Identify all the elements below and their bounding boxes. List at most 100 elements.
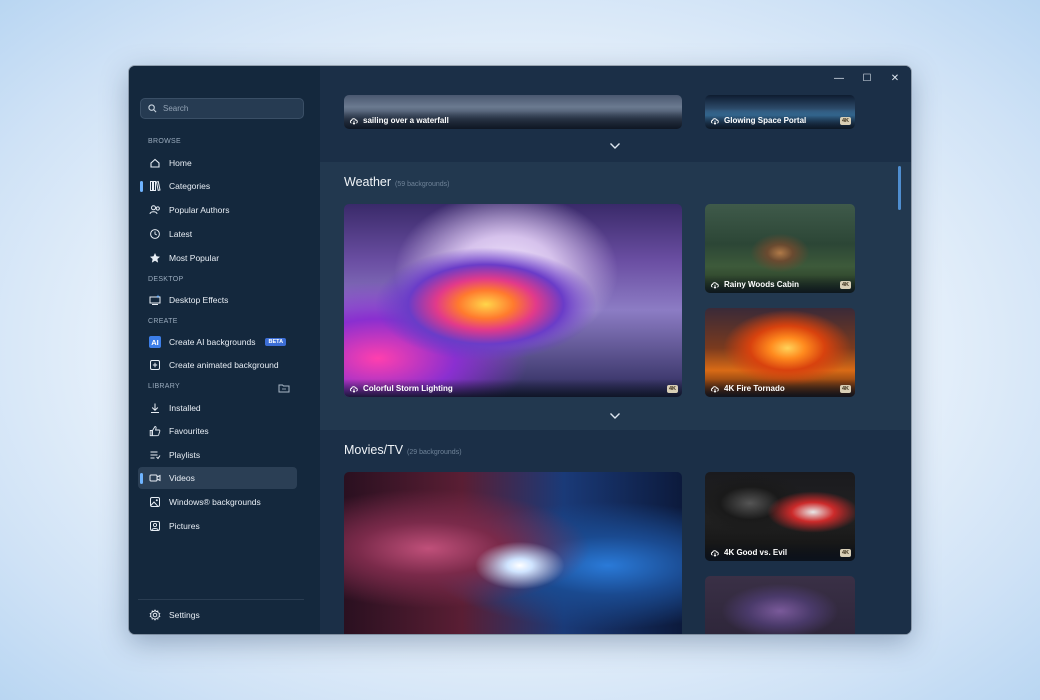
image-icon bbox=[149, 496, 161, 508]
wallpaper-card[interactable] bbox=[705, 576, 855, 634]
sidebar-item-installed[interactable]: Installed bbox=[138, 397, 297, 419]
sidebar-item-label: Desktop Effects bbox=[169, 295, 229, 305]
section-title: Weather (59 backgrounds) bbox=[344, 175, 450, 189]
4k-badge: 4K bbox=[839, 385, 851, 393]
card-label-bar: sailing over a waterfall bbox=[344, 111, 682, 129]
cloud-download-icon bbox=[710, 385, 719, 393]
section-previous: sailing over a waterfall Glowing Space P… bbox=[320, 66, 911, 162]
chevron-down-icon[interactable] bbox=[609, 142, 621, 150]
card-label-bar: 4K Good vs. Evil bbox=[705, 543, 855, 561]
cloud-download-icon bbox=[710, 117, 719, 125]
sidebar-item-categories[interactable]: Categories bbox=[138, 175, 297, 197]
scrollbar-thumb[interactable] bbox=[898, 166, 901, 210]
sidebar-item-pictures[interactable]: Pictures bbox=[138, 515, 297, 537]
wallpaper-card[interactable]: sailing over a waterfall bbox=[344, 95, 682, 129]
video-camera-icon bbox=[149, 472, 161, 484]
4k-badge: 4K bbox=[839, 549, 851, 557]
4k-badge: 4K bbox=[839, 281, 851, 289]
4k-badge: 4K bbox=[839, 117, 851, 125]
section-label-browse: BROWSE bbox=[148, 138, 181, 145]
wallpaper-card[interactable]: Colorful Storm Lighting 4K bbox=[344, 204, 682, 397]
chevron-down-icon[interactable] bbox=[609, 412, 621, 420]
people-icon bbox=[149, 204, 161, 216]
download-icon bbox=[149, 402, 161, 414]
sidebar-divider bbox=[138, 599, 304, 600]
sidebar-item-playlists[interactable]: Playlists bbox=[138, 444, 297, 466]
search-box[interactable] bbox=[140, 98, 304, 119]
section-weather: Weather (59 backgrounds) Colorful Storm L… bbox=[320, 162, 911, 430]
sidebar-item-label: Videos bbox=[169, 473, 195, 483]
wallpaper-card[interactable]: Glowing Space Portal 4K bbox=[705, 95, 855, 129]
library-icon bbox=[149, 180, 161, 192]
ai-icon: AI bbox=[149, 336, 161, 348]
section-label-desktop: DESKTOP bbox=[148, 276, 184, 283]
search-input[interactable] bbox=[163, 104, 293, 113]
wallpaper-card[interactable] bbox=[344, 472, 682, 634]
sidebar-item-create-ai[interactable]: AI Create AI backgrounds BETA bbox=[138, 331, 297, 353]
section-count: (29 backgrounds) bbox=[407, 449, 462, 456]
monitor-sparkle-icon bbox=[149, 294, 161, 306]
section-title: Movies/TV (29 backgrounds) bbox=[344, 443, 462, 457]
sidebar-item-label: Latest bbox=[169, 229, 193, 239]
card-label-bar: Rainy Woods Cabin bbox=[705, 275, 855, 293]
sidebar-item-label: Popular Authors bbox=[169, 205, 230, 215]
cloud-download-icon bbox=[710, 281, 719, 289]
section-movies: Movies/TV (29 backgrounds) 4K Good vs. Ev… bbox=[320, 430, 911, 634]
card-label-bar: 4K Fire Tornado bbox=[705, 379, 855, 397]
cloud-download-icon bbox=[349, 117, 358, 125]
search-icon bbox=[148, 104, 157, 113]
sidebar-item-create-animated[interactable]: Create animated background bbox=[138, 354, 297, 376]
folder-icon[interactable] bbox=[278, 383, 290, 393]
home-icon bbox=[149, 157, 161, 169]
section-label-create: CREATE bbox=[148, 318, 178, 325]
section-label-library: LIBRARY bbox=[148, 383, 180, 390]
sidebar: BROWSE Home Categories Popular Authors L… bbox=[129, 66, 320, 634]
section-title-text: Weather bbox=[344, 175, 392, 189]
4k-badge: 4K bbox=[666, 385, 678, 393]
sidebar-item-most-popular[interactable]: Most Popular bbox=[138, 247, 297, 269]
sidebar-item-label: Create animated background bbox=[169, 360, 279, 370]
section-title-text: Movies/TV bbox=[344, 443, 404, 457]
app-window: BROWSE Home Categories Popular Authors L… bbox=[129, 66, 911, 634]
sidebar-item-favourites[interactable]: Favourites bbox=[138, 420, 297, 442]
sidebar-item-videos[interactable]: Videos bbox=[138, 467, 297, 489]
card-label-bar: Colorful Storm Lighting bbox=[344, 379, 682, 397]
sidebar-item-windows-backgrounds[interactable]: Windows® backgrounds bbox=[138, 491, 297, 513]
sidebar-item-label: Home bbox=[169, 158, 192, 168]
sidebar-item-latest[interactable]: Latest bbox=[138, 223, 297, 245]
sidebar-item-label: Categories bbox=[169, 181, 211, 191]
playlist-icon bbox=[149, 449, 161, 461]
card-title: sailing over a waterfall bbox=[363, 115, 449, 125]
wallpaper-card[interactable]: 4K Good vs. Evil 4K bbox=[705, 472, 855, 561]
sidebar-item-label: Create AI backgrounds bbox=[169, 337, 256, 347]
gear-icon bbox=[149, 609, 161, 621]
star-icon bbox=[149, 252, 161, 264]
beta-badge: BETA bbox=[265, 338, 287, 346]
sidebar-item-label: Installed bbox=[169, 403, 201, 413]
main-content[interactable]: — ☐ ✕ sailing over a waterfall Glowing S… bbox=[320, 66, 911, 634]
window-controls: — ☐ ✕ bbox=[829, 70, 905, 86]
card-title: Glowing Space Portal bbox=[724, 115, 807, 125]
wallpaper-card[interactable]: Rainy Woods Cabin 4K bbox=[705, 204, 855, 293]
history-icon bbox=[149, 228, 161, 240]
sidebar-item-label: Playlists bbox=[169, 450, 201, 460]
sidebar-item-home[interactable]: Home bbox=[138, 152, 297, 174]
card-label-bar: Glowing Space Portal bbox=[705, 111, 855, 129]
sidebar-item-label: Most Popular bbox=[169, 253, 220, 263]
sidebar-item-popular-authors[interactable]: Popular Authors bbox=[138, 199, 297, 221]
close-button[interactable]: ✕ bbox=[885, 70, 905, 86]
maximize-button[interactable]: ☐ bbox=[857, 70, 877, 86]
card-title: 4K Fire Tornado bbox=[724, 383, 785, 393]
sidebar-item-label: Windows® backgrounds bbox=[169, 497, 261, 507]
card-title: Rainy Woods Cabin bbox=[724, 279, 799, 289]
minimize-button[interactable]: — bbox=[829, 70, 849, 86]
selection-indicator bbox=[140, 473, 143, 484]
section-count: (59 backgrounds) bbox=[395, 181, 450, 188]
picture-icon bbox=[149, 520, 161, 532]
cloud-download-icon bbox=[349, 385, 358, 393]
wallpaper-card[interactable]: 4K Fire Tornado 4K bbox=[705, 308, 855, 397]
sidebar-item-label: Pictures bbox=[169, 521, 200, 531]
sidebar-item-desktop-effects[interactable]: Desktop Effects bbox=[138, 289, 297, 311]
card-title: Colorful Storm Lighting bbox=[363, 383, 453, 393]
sidebar-item-settings[interactable]: Settings bbox=[138, 604, 297, 626]
